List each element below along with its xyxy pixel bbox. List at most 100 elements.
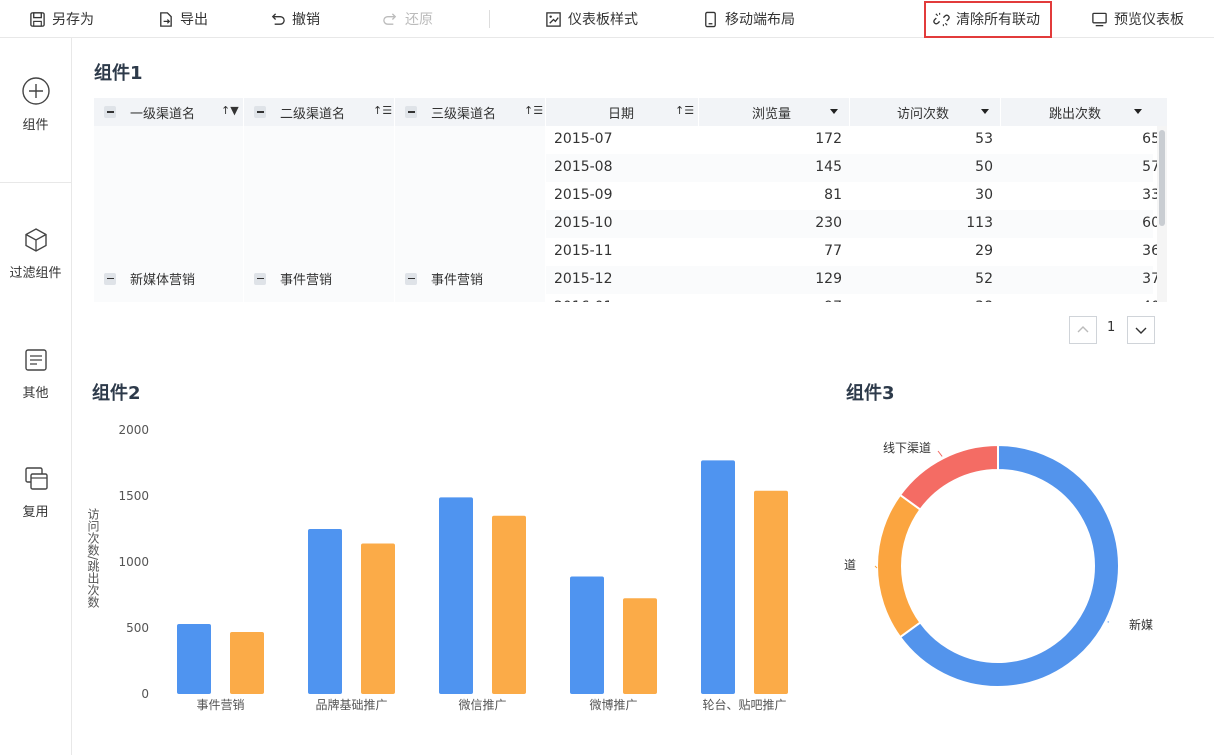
table-row[interactable]: 2016-01 97 38 40 bbox=[546, 294, 1160, 302]
preview-button[interactable]: 预览仪表板 bbox=[1091, 0, 1184, 38]
page-number: 1 bbox=[1107, 320, 1116, 335]
cell-date: 2015-12 bbox=[554, 271, 613, 287]
cell-views: 81 bbox=[824, 187, 842, 203]
x-tick-label: 事件营销 bbox=[196, 698, 244, 712]
cube-icon bbox=[24, 228, 47, 252]
export-icon bbox=[160, 11, 172, 27]
slice-label-line bbox=[937, 450, 943, 457]
redo-icon bbox=[383, 12, 397, 25]
mobile-icon bbox=[705, 11, 716, 27]
dropdown-arrow-icon[interactable] bbox=[1134, 109, 1142, 114]
column-divider bbox=[849, 98, 850, 126]
sidebar-item-label: 过滤组件 bbox=[9, 266, 62, 281]
bar-chart: 2000 1500 1000 500 0 访问次数/跳出次数事件营销 品牌基础推广 微信推广 微… bbox=[86, 423, 788, 712]
bar bbox=[361, 543, 395, 694]
column-header-channel3[interactable]: 三级渠道名 bbox=[405, 98, 496, 126]
collapse-icon[interactable] bbox=[405, 106, 417, 118]
table-scrollbar-thumb[interactable] bbox=[1159, 130, 1165, 226]
toolbar-separator bbox=[489, 10, 490, 28]
sidebar-item-other[interactable]: 其他 bbox=[0, 346, 71, 401]
cell-date: 2016-01 bbox=[554, 299, 613, 302]
page-prev-button[interactable] bbox=[1069, 316, 1097, 344]
column-header-channel2[interactable]: 二级渠道名 bbox=[254, 98, 345, 126]
dimension-value: 事件营销 bbox=[431, 273, 484, 288]
collapse-icon[interactable] bbox=[104, 106, 116, 118]
component3-title: 组件3 bbox=[846, 383, 895, 404]
cell-date: 2015-08 bbox=[554, 159, 613, 175]
save-as-label: 另存为 bbox=[52, 12, 94, 28]
y-tick-label: 1500 bbox=[118, 489, 149, 503]
column-header-date[interactable]: 日期 bbox=[608, 98, 634, 126]
collapse-icon[interactable] bbox=[405, 272, 417, 285]
save-as-button[interactable]: 另存为 bbox=[29, 0, 94, 38]
mobile-layout-button[interactable]: 移动端布局 bbox=[702, 0, 795, 38]
sidebar-item-reuse[interactable]: 复用 bbox=[0, 465, 71, 520]
donut-chart: 新媒 道 线下渠道 bbox=[844, 441, 1153, 688]
dimension-cell-channel2[interactable]: 事件营销 bbox=[254, 269, 332, 288]
table-row[interactable]: 2015-07 172 53 65 bbox=[546, 126, 1160, 154]
cell-views: 172 bbox=[815, 131, 842, 147]
undo-button[interactable]: 撤销 bbox=[269, 0, 320, 38]
undo-icon bbox=[271, 12, 285, 25]
sort-icon[interactable]: ↑☰ bbox=[524, 104, 543, 117]
table-row[interactable]: 2015-12 129 52 37 bbox=[546, 266, 1160, 294]
bar bbox=[177, 624, 211, 694]
highlight-box bbox=[924, 1, 1052, 38]
sort-icon[interactable]: ↑☰ bbox=[373, 104, 392, 117]
sidebar-item-filter[interactable]: 过滤组件 bbox=[0, 226, 71, 281]
table-row[interactable]: 2015-08 145 50 57 bbox=[546, 154, 1160, 182]
column-header-views[interactable]: 浏览量 bbox=[752, 98, 791, 126]
dropdown-arrow-icon[interactable] bbox=[830, 109, 838, 114]
slice-label: 道 bbox=[844, 558, 856, 572]
sidebar-item-components[interactable]: 组件 bbox=[0, 76, 71, 133]
cell-views: 145 bbox=[815, 159, 842, 175]
table-row[interactable]: 2015-10 230 113 60 bbox=[546, 210, 1160, 238]
cell-visits: 53 bbox=[975, 131, 993, 147]
redo-button[interactable]: 还原 bbox=[382, 0, 433, 38]
redo-label: 还原 bbox=[405, 12, 433, 28]
cell-views: 230 bbox=[815, 215, 842, 231]
copy-icon bbox=[24, 467, 48, 490]
collapse-icon[interactable] bbox=[254, 106, 266, 118]
y-tick-label: 0 bbox=[141, 687, 149, 701]
export-button[interactable]: 导出 bbox=[157, 0, 208, 38]
cell-visits: 30 bbox=[975, 187, 993, 203]
column-header-label: 访问次数 bbox=[897, 106, 950, 122]
document-icon bbox=[24, 349, 47, 371]
cell-date: 2015-07 bbox=[554, 131, 613, 147]
x-tick-label: 轮台、贴吧推广 bbox=[702, 697, 786, 712]
column-header-bounces[interactable]: 跳出次数 bbox=[1049, 98, 1101, 126]
dashboard-style-button[interactable]: 仪表板样式 bbox=[545, 0, 638, 38]
sort-icon[interactable]: ↑☰ bbox=[675, 104, 694, 117]
column-header-channel1[interactable]: 一级渠道名 bbox=[104, 98, 195, 126]
slice-label: 线下渠道 bbox=[883, 441, 931, 455]
dashboard-style-label: 仪表板样式 bbox=[568, 12, 638, 28]
page-next-button[interactable] bbox=[1127, 316, 1155, 344]
bar bbox=[570, 576, 604, 694]
column-header-label: 浏览量 bbox=[752, 106, 792, 122]
sidebar-divider bbox=[0, 182, 71, 183]
column-divider bbox=[394, 98, 395, 126]
sidebar-item-label: 其他 bbox=[22, 386, 49, 401]
column-header-label: 二级渠道名 bbox=[280, 106, 346, 122]
y-tick-label: 500 bbox=[126, 621, 149, 635]
cell-views: 97 bbox=[824, 299, 842, 302]
table-row[interactable]: 2015-09 81 30 33 bbox=[546, 182, 1160, 210]
table-row[interactable]: 2015-11 77 29 36 bbox=[546, 238, 1160, 266]
cell-visits: 38 bbox=[975, 299, 993, 302]
dropdown-arrow-icon[interactable] bbox=[981, 109, 989, 114]
bar bbox=[230, 631, 264, 694]
collapse-icon[interactable] bbox=[254, 272, 266, 285]
dimension-cell-channel1[interactable]: 新媒体营销 bbox=[104, 269, 195, 288]
dimension-cell-channel3[interactable]: 事件营销 bbox=[405, 269, 483, 288]
column-header-visits[interactable]: 访问次数 bbox=[897, 98, 949, 126]
column-divider bbox=[1000, 98, 1001, 126]
sort-filter-icon[interactable]: ↑▼ bbox=[221, 104, 239, 117]
x-tick-label: 品牌基础推广 bbox=[315, 698, 387, 712]
cell-views: 129 bbox=[815, 271, 842, 287]
bar bbox=[492, 515, 526, 694]
dimension-value: 事件营销 bbox=[280, 273, 333, 288]
collapse-icon[interactable] bbox=[104, 272, 116, 285]
cell-visits: 113 bbox=[966, 215, 993, 231]
component2-title: 组件2 bbox=[92, 383, 141, 404]
